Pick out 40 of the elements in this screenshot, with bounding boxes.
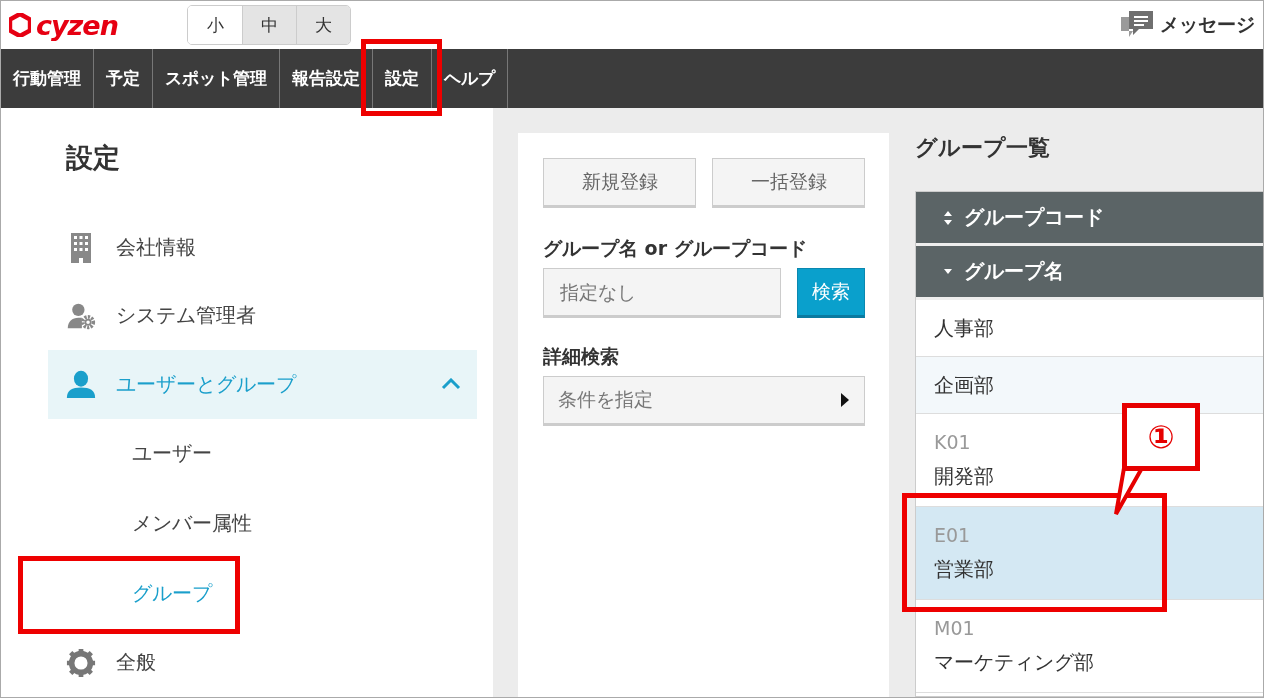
column-header[interactable]: グループ名 [916,246,1263,300]
field-label: 詳細検索 [543,344,620,369]
logo-text: cyzen [36,9,118,41]
group-row[interactable]: E01 営業部 [916,507,1263,600]
condition-dropdown[interactable]: 条件を指定 [543,376,865,426]
nav-tab[interactable]: 報告設定 [280,49,373,108]
user-icon [66,369,96,400]
triangle-right-icon [840,392,850,408]
field-label: グループ名 or グループコード [543,236,808,261]
sidebar-title: 設定 [65,141,121,175]
nav-tab[interactable]: 設定 [373,49,432,108]
group-row[interactable]: 企画部 [916,357,1263,414]
sidebar-item[interactable]: システム管理者 [48,281,477,351]
sidebar-item[interactable]: 会社情報 [48,213,477,282]
group-name: 人事部 [934,314,994,342]
font-size-button[interactable]: 大 [296,6,350,44]
gear-icon [66,647,96,678]
font-size-button[interactable]: 中 [242,6,296,44]
sidebar-subitem[interactable]: メンバー属性 [132,488,252,559]
group-name: 企画部 [934,371,994,399]
callout-badge: ① [1122,403,1200,471]
column-header[interactable]: グループコード [916,192,1263,246]
register-button[interactable]: 新規登録 [543,158,696,208]
search-field[interactable]: 指定なし [543,268,781,318]
nav-tab[interactable]: スポット管理 [153,49,280,108]
nav-tab[interactable]: 予定 [94,49,153,108]
messages-link[interactable]: メッセージ [1160,12,1255,38]
group-name: 営業部 [934,555,994,583]
group-code: E01 [934,523,971,546]
group-name: 開発部 [934,462,994,490]
group-row[interactable]: M01 マーケティング部 [916,600,1263,693]
group-name: マーケティング部 [934,648,1094,676]
group-code: K01 [934,430,971,453]
group-code: M01 [934,616,975,639]
nav-tab[interactable]: 行動管理 [1,49,94,108]
register-button[interactable]: 一括登録 [712,158,865,208]
hexagon-logo-icon [9,13,31,37]
list-title: グループ一覧 [915,134,1051,162]
sidebar-subitem[interactable]: ユーザー [132,418,212,489]
sidebar-item[interactable]: 全般 [48,628,477,697]
